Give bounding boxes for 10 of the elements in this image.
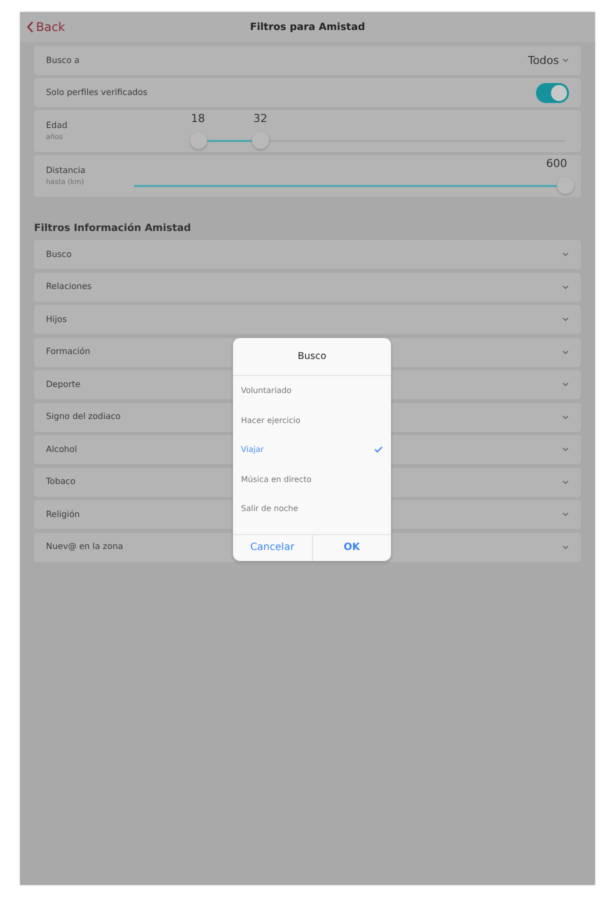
slider-value: 600 (546, 157, 568, 170)
setting-label: Solo perfiles verificados (46, 88, 148, 98)
setting-label: Distancia (46, 166, 87, 176)
slider-value: 18 (191, 112, 205, 125)
slider-value: 32 (253, 112, 268, 125)
dialog-title: Busco (233, 338, 391, 376)
section-title: Filtros Información Amistad (34, 223, 192, 234)
setting-label: Busco a (46, 56, 80, 66)
screen-title: Filtros para Amistad (250, 22, 365, 32)
setting-label: Edad (46, 121, 68, 131)
